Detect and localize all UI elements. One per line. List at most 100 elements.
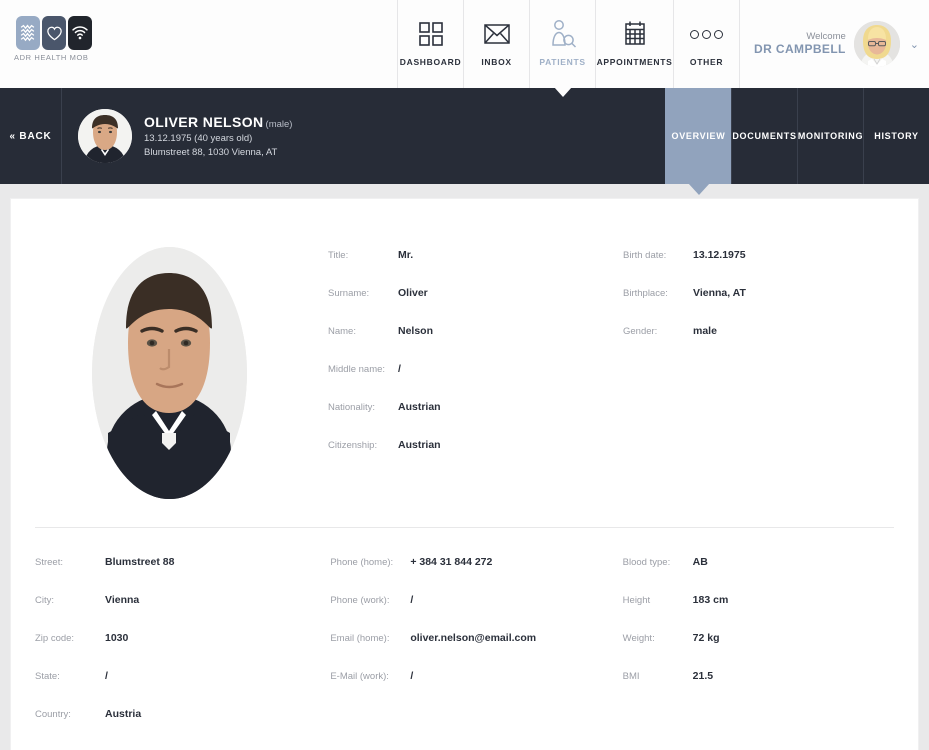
field-value-phone-home: + 384 31 844 272 bbox=[410, 556, 493, 568]
field-row: Phone (home): + 384 31 844 272 bbox=[330, 556, 622, 594]
field-value-height: 183 cm bbox=[692, 594, 729, 606]
calendar-icon bbox=[621, 17, 649, 51]
field-row: Birth date: 13.12.1975 bbox=[623, 249, 918, 287]
field-row: City: Vienna bbox=[35, 594, 330, 632]
nav-item-dashboard[interactable]: DASHBOARD bbox=[397, 0, 463, 88]
active-tab-pointer bbox=[687, 183, 710, 195]
tab-monitoring[interactable]: MONITORING bbox=[797, 88, 863, 184]
app-logo[interactable]: ADR HEALTH MOB bbox=[14, 16, 134, 62]
field-value-birth-date: 13.12.1975 bbox=[693, 249, 746, 261]
envelope-icon bbox=[482, 17, 512, 51]
field-label-city: City: bbox=[35, 595, 54, 606]
medical-column: Blood type: AB Height 183 cm Weight: 72 … bbox=[623, 556, 918, 746]
personal-column-2: Birth date: 13.12.1975 Birthplace: Vienn… bbox=[623, 249, 918, 517]
tab-documents[interactable]: DOCUMENTS bbox=[731, 88, 797, 184]
app-name: ADR HEALTH MOB bbox=[14, 53, 89, 62]
overview-card: Title: Mr. Surname: Oliver Name: Nelson … bbox=[10, 198, 919, 750]
field-row: Zip code: 1030 bbox=[35, 632, 330, 670]
patient-tabs: OVERVIEW DOCUMENTS MONITORING HISTORY bbox=[665, 88, 929, 195]
personal-section: Title: Mr. Surname: Oliver Name: Nelson … bbox=[11, 199, 918, 517]
patient-name-text: OLIVER NELSON bbox=[144, 114, 264, 131]
tab-monitoring-label: MONITORING bbox=[797, 131, 864, 141]
field-row: Gender: male bbox=[623, 325, 918, 363]
contact-column: Phone (home): + 384 31 844 272 Phone (wo… bbox=[330, 556, 622, 746]
patient-summary: OLIVER NELSON (male) 13.12.1975 (40 years… bbox=[62, 88, 665, 184]
personal-column-1: Title: Mr. Surname: Oliver Name: Nelson … bbox=[328, 249, 623, 517]
field-value-country: Austria bbox=[105, 708, 142, 720]
field-value-nationality: Austrian bbox=[398, 401, 441, 413]
nav-item-appointments[interactable]: APPOINTMENTS bbox=[595, 0, 673, 88]
active-nav-pointer bbox=[553, 87, 572, 97]
patient-search-icon bbox=[549, 17, 577, 51]
nav-item-inbox[interactable]: INBOX bbox=[463, 0, 529, 88]
field-label-phone-work: Phone (work): bbox=[330, 595, 390, 606]
patient-name: OLIVER NELSON (male) bbox=[144, 112, 292, 132]
field-label-state: State: bbox=[35, 671, 60, 682]
user-name: DR CAMPBELL bbox=[754, 42, 846, 57]
avatar bbox=[853, 21, 900, 67]
field-value-phone-work: / bbox=[410, 594, 414, 606]
field-label-birth-date: Birth date: bbox=[623, 250, 667, 261]
back-button[interactable]: « BACK bbox=[0, 88, 62, 184]
grid-icon bbox=[417, 17, 445, 51]
field-label-middle-name: Middle name: bbox=[328, 364, 386, 375]
patient-meta: OLIVER NELSON (male) 13.12.1975 (40 years… bbox=[144, 112, 292, 160]
field-value-email-work: / bbox=[410, 670, 414, 682]
field-value-blood-type: AB bbox=[692, 556, 708, 568]
field-label-birthplace: Birthplace: bbox=[623, 288, 668, 299]
patient-sex: (male) bbox=[265, 119, 293, 131]
field-label-street: Street: bbox=[35, 557, 63, 568]
field-label-weight: Weight: bbox=[622, 633, 655, 644]
field-label-country: Country: bbox=[35, 709, 71, 720]
nav-item-patients[interactable]: PATIENTS bbox=[529, 0, 595, 97]
field-label-email-home: Email (home): bbox=[330, 633, 390, 644]
field-value-title: Mr. bbox=[398, 249, 414, 261]
field-value-email-home: oliver.nelson@email.com bbox=[410, 632, 537, 644]
patient-address-line: Blumstreet 88, 1030 Vienna, AT bbox=[144, 147, 278, 159]
field-row: Country: Austria bbox=[35, 708, 330, 746]
field-value-gender: male bbox=[693, 325, 717, 337]
field-label-blood-type: Blood type: bbox=[622, 557, 671, 568]
ellipsis-icon bbox=[690, 17, 724, 51]
field-row: State: / bbox=[35, 670, 330, 708]
field-row: Blood type: AB bbox=[623, 556, 918, 594]
ellipsis-dot bbox=[702, 29, 712, 39]
field-value-street: Blumstreet 88 bbox=[105, 556, 175, 568]
chevron-down-icon[interactable]: ⌄ bbox=[910, 38, 919, 51]
user-text: Welcome DR CAMPBELL bbox=[754, 31, 846, 58]
field-row: Citizenship: Austrian bbox=[328, 439, 623, 477]
field-label-phone-home: Phone (home): bbox=[330, 557, 394, 568]
field-value-surname: Oliver bbox=[398, 287, 428, 299]
field-label-zip-code: Zip code: bbox=[35, 633, 75, 644]
field-label-title: Title: bbox=[328, 250, 349, 261]
main-nav: DASHBOARD INBOX PATIENTS APPOINTMENTS OT… bbox=[397, 0, 929, 97]
nav-label-dashboard: DASHBOARD bbox=[399, 57, 462, 67]
nav-item-other[interactable]: OTHER bbox=[673, 0, 739, 88]
field-value-state: / bbox=[105, 670, 108, 682]
field-label-nationality: Nationality: bbox=[328, 402, 375, 413]
field-label-name: Name: bbox=[328, 326, 356, 337]
field-row: E-Mail (work): / bbox=[330, 670, 622, 708]
patient-header-bar: « BACK OLIVER NELSON (male) 13.12.1975 (4… bbox=[0, 88, 929, 195]
tab-history[interactable]: HISTORY bbox=[863, 88, 929, 184]
field-label-email-work: E-Mail (work): bbox=[330, 671, 389, 682]
tab-overview[interactable]: OVERVIEW bbox=[665, 88, 731, 195]
field-row: Surname: Oliver bbox=[328, 287, 623, 325]
field-row: Nationality: Austrian bbox=[328, 401, 623, 439]
field-row: Birthplace: Vienna, AT bbox=[623, 287, 918, 325]
logo-tiles bbox=[16, 16, 134, 50]
field-value-city: Vienna bbox=[105, 594, 140, 606]
field-value-middle-name: / bbox=[398, 363, 401, 375]
nav-label-patients: PATIENTS bbox=[539, 57, 586, 67]
field-label-surname: Surname: bbox=[328, 288, 370, 299]
ellipsis-dot bbox=[690, 29, 700, 39]
field-label-gender: Gender: bbox=[623, 326, 658, 337]
field-row: Middle name: / bbox=[328, 363, 623, 401]
patient-portrait bbox=[92, 247, 247, 499]
user-menu[interactable]: Welcome DR CAMPBELL ⌄ bbox=[739, 0, 929, 88]
ellipsis-dot bbox=[714, 29, 724, 39]
field-value-weight: 72 kg bbox=[692, 632, 720, 644]
personal-fields: Title: Mr. Surname: Oliver Name: Nelson … bbox=[328, 239, 918, 517]
nav-label-inbox: INBOX bbox=[481, 57, 512, 67]
field-row: Phone (work): / bbox=[330, 594, 622, 632]
